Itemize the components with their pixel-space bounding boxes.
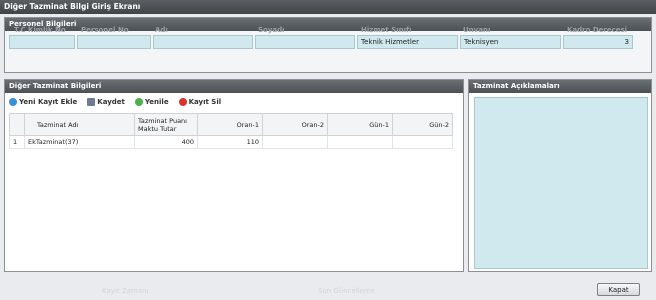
add-record-icon	[9, 97, 17, 106]
tazminat-panel: Diğer Tazminat Bilgileri Yeni Kayıt Ekle…	[4, 79, 464, 272]
unvani-field[interactable]: Teknisyen	[460, 35, 561, 49]
hizmet-sinifi-label: Hizmet Sınıfı	[361, 26, 412, 34]
col-tazminat-puani[interactable]: Tazminat Puanı Maktu Tutar	[134, 113, 198, 136]
close-button[interactable]: Kapat	[597, 283, 640, 296]
col-gun-1[interactable]: Gün-1	[327, 113, 393, 136]
tazminat-grid: Tazminat Adı Tazminat Puanı Maktu Tutar …	[9, 113, 453, 149]
refresh-button[interactable]: Yenile	[134, 97, 169, 106]
cell-tazminat-puani[interactable]: 400	[134, 135, 198, 149]
soyadi-field[interactable]	[255, 35, 355, 49]
kadro-derecesi-label: Kadro Derecesi	[567, 26, 628, 34]
tazminat-toolbar: Yeni Kayıt Ekle Kaydet Yenile Kayıt Sil	[9, 94, 221, 109]
ghost-record-time: Kayıt Zamanı	[102, 287, 149, 295]
ghost-last-update: Son Güncelleme	[318, 287, 376, 295]
adi-label: Adı	[155, 26, 168, 34]
hizmet-sinifi-field[interactable]: Teknik Hizmetler	[357, 35, 458, 49]
cell-tazminat-adi[interactable]: EkTazminat(37)	[24, 135, 135, 149]
personel-no-field[interactable]	[77, 35, 151, 49]
cell-oran-2[interactable]	[262, 135, 328, 149]
save-button[interactable]: Kaydet	[87, 97, 125, 106]
cell-gun-1[interactable]	[327, 135, 393, 149]
col-tazminat-adi[interactable]: Tazminat Adı	[24, 113, 135, 136]
row-index: 1	[9, 135, 25, 149]
tc-kimlik-field[interactable]	[9, 35, 75, 49]
grid-header-row: Tazminat Adı Tazminat Puanı Maktu Tutar …	[9, 113, 453, 136]
delete-button[interactable]: Kayıt Sil	[178, 97, 221, 106]
aciklama-textarea[interactable]	[474, 97, 648, 269]
tazminat-header: Diğer Tazminat Bilgileri	[5, 80, 463, 93]
refresh-icon	[134, 97, 143, 106]
window-title: Diğer Tazminat Bilgi Giriş Ekranı	[0, 0, 656, 14]
aciklama-header: Tazminat Açıklamaları	[469, 80, 651, 93]
col-oran-2[interactable]: Oran-2	[262, 113, 328, 136]
new-record-button[interactable]: Yeni Kayıt Ekle	[9, 97, 77, 106]
save-icon	[87, 97, 96, 106]
soyadi-label: Soyadı	[258, 26, 285, 34]
col-oran-1[interactable]: Oran-1	[197, 113, 263, 136]
adi-field[interactable]	[153, 35, 253, 49]
cell-gun-2[interactable]	[392, 135, 453, 149]
personel-no-label: Personel No	[81, 26, 129, 34]
cell-oran-1[interactable]: 110	[197, 135, 263, 149]
table-row[interactable]: 1 EkTazminat(37) 400 110	[9, 135, 453, 149]
unvani-label: Unvanı	[463, 26, 491, 34]
tc-kimlik-label: T.C Kimlik No	[14, 26, 66, 34]
row-index-header	[9, 113, 25, 136]
col-gun-2[interactable]: Gün-2	[392, 113, 453, 136]
kadro-derecesi-field[interactable]: 3	[563, 35, 633, 49]
footer-bar: Kayıt Zamanı Son Güncelleme	[0, 272, 656, 300]
delete-icon	[178, 97, 187, 106]
aciklama-panel: Tazminat Açıklamaları	[468, 79, 652, 272]
